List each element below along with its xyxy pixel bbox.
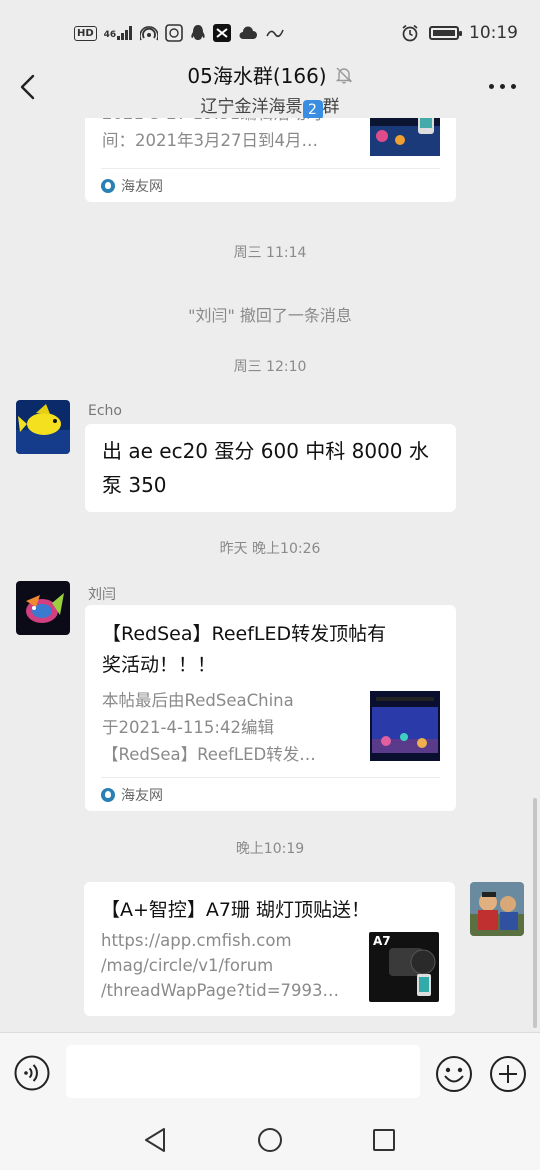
- card-desc-line: 【RedSea】ReefLED转发…: [102, 745, 316, 764]
- hd-badge: HD: [74, 25, 97, 41]
- system-nav-bar: [0, 1112, 540, 1170]
- chat-header: 05海水群(166) 辽宁金洋海景 2 群: [0, 58, 540, 120]
- sender-name: 刘闫: [88, 587, 116, 603]
- link-card[interactable]: 【A+智控】A7珊 瑚灯顶贴送！ https://app.cmfish.com …: [84, 882, 455, 1016]
- voice-icon[interactable]: [14, 1055, 50, 1091]
- sender-name: Echo: [88, 403, 122, 419]
- timestamp: 昨天 晚上10:26: [219, 541, 321, 557]
- capcut-icon: [213, 24, 232, 42]
- bell-off-icon: [335, 67, 352, 84]
- plus-icon[interactable]: [489, 1055, 527, 1093]
- card-desc-line: 本帖最后由RedSeaChina: [102, 691, 294, 710]
- card-url-line: /mag/circle/v1/forum: [101, 956, 274, 975]
- status-bar: HD 46 10:19: [0, 0, 540, 66]
- chat-title-row: 05海水群(166): [187, 60, 352, 89]
- group-number-badge: 2: [302, 100, 323, 120]
- card-thumbnail: [370, 691, 440, 761]
- card-desc-line: 2021-3-27 19:31编辑活动时: [102, 118, 362, 127]
- card-source: 海友网: [101, 168, 440, 202]
- source-logo-icon: [101, 178, 115, 193]
- clock: 10:19: [469, 23, 518, 43]
- emoji-icon[interactable]: [435, 1055, 473, 1093]
- card-title-line: 【RedSea】ReefLED转发顶帖有: [102, 623, 387, 645]
- source-logo-icon: [101, 787, 115, 802]
- app-notification-icon: [165, 24, 184, 42]
- chat-message-list[interactable]: 2021-3-27 19:31编辑活动时 间：2021年3月27日到4月… 海友…: [0, 118, 540, 1032]
- card-source: 海友网: [101, 777, 440, 811]
- card-url-line: https://app.cmfish.com: [101, 931, 292, 950]
- card-thumbnail: A7: [369, 932, 439, 1002]
- hotspot-icon: [140, 26, 159, 41]
- text-message[interactable]: 出 ae ec20 蛋分 600 中科 8000 水 泵 350: [85, 424, 456, 512]
- timestamp: 周三 11:14: [233, 245, 307, 261]
- avatar[interactable]: [16, 400, 70, 454]
- message-input[interactable]: [66, 1045, 420, 1098]
- chat-title: 05海水群(166): [187, 64, 327, 88]
- input-bar: [0, 1032, 540, 1112]
- card-desc-line: 间：2021年3月27日到4月…: [102, 131, 318, 150]
- recall-notice: "刘闫" 撤回了一条消息: [188, 306, 352, 325]
- app-icon: [266, 29, 284, 38]
- nav-back-icon[interactable]: [142, 1126, 168, 1154]
- battery-icon: [429, 26, 462, 40]
- signal-icon: 46: [104, 26, 134, 40]
- link-card[interactable]: 【RedSea】ReefLED转发顶帖有 奖活动！！！ 本帖最后由RedSeaC…: [85, 605, 456, 811]
- alarm-icon: [402, 24, 418, 42]
- scrollbar[interactable]: [533, 798, 537, 1028]
- chat-subtitle: 辽宁金洋海景 2 群: [200, 97, 340, 120]
- card-desc-line: 于2021-4-115:42编辑: [102, 718, 274, 737]
- avatar[interactable]: [16, 581, 70, 635]
- card-thumbnail: [370, 118, 440, 156]
- my-avatar[interactable]: [470, 882, 524, 936]
- qq-icon: [191, 25, 205, 40]
- card-title-line: 奖活动！！！: [102, 654, 217, 676]
- card-title-line: 【A+智控】A7珊 瑚灯顶贴送！: [101, 899, 371, 921]
- link-card-partial[interactable]: 2021-3-27 19:31编辑活动时 间：2021年3月27日到4月… 海友…: [85, 118, 456, 202]
- timestamp: 周三 12:10: [233, 359, 307, 375]
- more-dots-icon[interactable]: [489, 84, 516, 89]
- cloud-icon: [239, 26, 258, 39]
- nav-recent-apps-icon[interactable]: [372, 1128, 396, 1152]
- card-url-line: /threadWapPage?tid=7993…: [101, 981, 340, 1000]
- nav-home-icon[interactable]: [257, 1127, 283, 1153]
- timestamp: 晚上10:19: [235, 841, 305, 857]
